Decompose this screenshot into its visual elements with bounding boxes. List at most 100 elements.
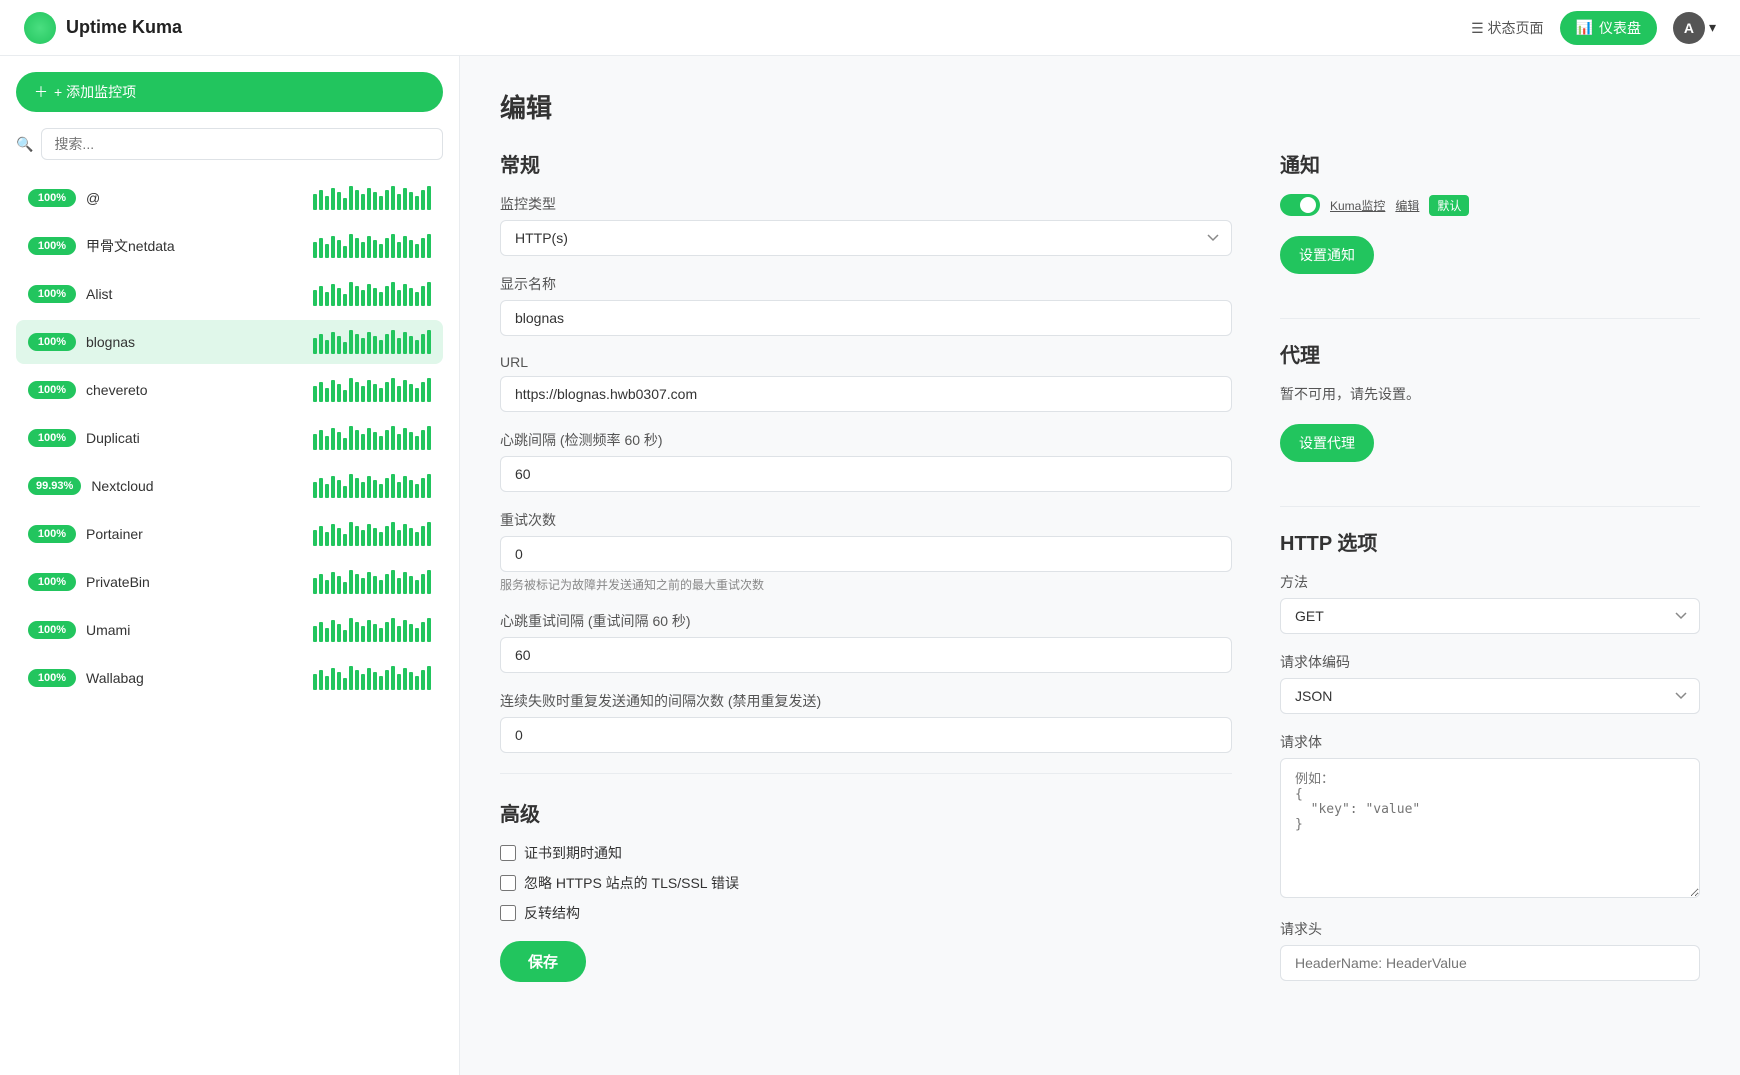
monitor-type-group: 监控类型 HTTP(s) [500,194,1232,256]
topnav-left: Uptime Kuma [24,12,182,44]
display-name-input[interactable] [500,300,1232,336]
bar [331,524,335,546]
setup-notify-button[interactable]: 设置通知 [1280,236,1374,274]
ignore-tls-checkbox[interactable] [500,875,516,891]
bar [355,622,359,642]
search-icon: 🔍 [16,136,33,153]
monitor-bars [313,474,431,498]
bar [355,430,359,450]
general-section-title: 常规 [500,149,1232,178]
bar [391,234,395,258]
heartbeat-retry-input[interactable] [500,637,1232,673]
bar [415,628,419,642]
search-input[interactable] [41,128,443,160]
monitor-item[interactable]: 100%PrivateBin [16,560,443,604]
bar [415,388,419,402]
bar [361,242,365,258]
monitor-item[interactable]: 100%chevereto [16,368,443,412]
avatar-area[interactable]: A ▾ [1673,12,1716,44]
resend-interval-input[interactable] [500,717,1232,753]
bar [391,666,395,690]
bar [367,284,371,306]
bar [331,380,335,402]
bar [397,386,401,402]
bar [409,240,413,258]
monitor-badge: 100% [28,669,76,687]
notify-toggle[interactable] [1280,194,1320,216]
monitor-item[interactable]: 100%blognas [16,320,443,364]
advanced-section-title: 高级 [500,798,1232,827]
bar [397,338,401,354]
bar [403,332,407,354]
bar [313,338,317,354]
save-button[interactable]: 保存 [500,941,586,982]
bar [343,582,347,594]
bar [385,190,389,210]
bar [397,578,401,594]
monitor-item[interactable]: 100%Wallabag [16,656,443,700]
upside-down-checkbox[interactable] [500,905,516,921]
upside-down-label[interactable]: 反转结构 [524,903,580,923]
dashboard-button[interactable]: 📊 仪表盘 [1560,11,1657,45]
nav-status-link[interactable]: ☰ 状态页面 [1471,18,1543,38]
display-name-group: 显示名称 [500,274,1232,336]
page-title: 编辑 [500,88,1700,125]
bar [427,474,431,498]
monitor-name: Duplicati [86,430,140,446]
monitor-left: 100%甲骨文netdata [28,236,175,256]
url-input[interactable] [500,376,1232,412]
bar [373,192,377,210]
monitor-item[interactable]: 100%@ [16,176,443,220]
bar [403,572,407,594]
retry-count-label: 重试次数 [500,510,1232,530]
bar [379,676,383,690]
cert-notify-label[interactable]: 证书到期时通知 [524,843,622,863]
monitor-type-select[interactable]: HTTP(s) [500,220,1232,256]
body-encoding-label: 请求体编码 [1280,652,1700,672]
monitor-item[interactable]: 99.93%Nextcloud [16,464,443,508]
notify-edit-link[interactable]: 编辑 [1395,197,1419,214]
bar [403,476,407,498]
bar [355,286,359,306]
monitor-item[interactable]: 100%甲骨文netdata [16,224,443,268]
headers-input[interactable] [1280,945,1700,981]
bar [379,484,383,498]
monitor-item[interactable]: 100%Duplicati [16,416,443,460]
bar [427,570,431,594]
ignore-tls-label[interactable]: 忽略 HTTPS 站点的 TLS/SSL 错误 [524,873,739,893]
heartbeat-interval-input[interactable] [500,456,1232,492]
bar [325,484,329,498]
bar [397,242,401,258]
bar [367,668,371,690]
bar [397,434,401,450]
bar [337,624,341,642]
monitor-item[interactable]: 100%Alist [16,272,443,316]
bar [373,576,377,594]
monitor-item[interactable]: 100%Portainer [16,512,443,556]
monitor-left: 100%Duplicati [28,429,140,447]
cert-notify-checkbox[interactable] [500,845,516,861]
monitor-item[interactable]: 100%Umami [16,608,443,652]
dashboard-icon: 📊 [1576,19,1593,36]
notify-monitor-link[interactable]: Kuma监控 [1330,197,1385,214]
bar [319,286,323,306]
bar [349,570,353,594]
bar [337,432,341,450]
body-textarea[interactable] [1280,758,1700,898]
notify-section-title: 通知 [1280,149,1700,178]
display-name-label: 显示名称 [500,274,1232,294]
retry-count-input[interactable] [500,536,1232,572]
bar [367,572,371,594]
resend-interval-label: 连续失败时重复发送通知的间隔次数 (禁用重复发送) [500,691,1232,711]
monitor-name: Umami [86,622,130,638]
bar [421,670,425,690]
method-select[interactable]: GET [1280,598,1700,634]
monitor-badge: 100% [28,237,76,255]
bar [385,334,389,354]
body-encoding-select[interactable]: JSON [1280,678,1700,714]
setup-proxy-button[interactable]: 设置代理 [1280,424,1374,462]
bar [361,194,365,210]
monitor-left: 99.93%Nextcloud [28,477,154,495]
bar [349,474,353,498]
add-monitor-button[interactable]: ＋ + 添加监控项 [16,72,443,112]
